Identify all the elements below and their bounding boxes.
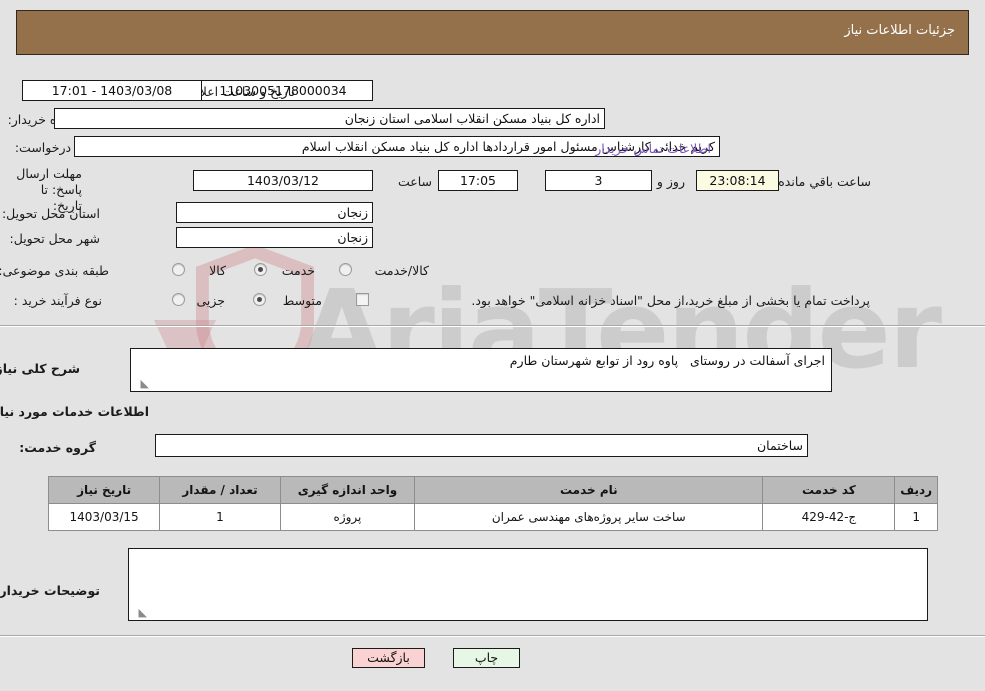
cell-name: ساخت سایر پروژه‌های مهندسی عمران — [414, 503, 764, 531]
page-root: AriaTender .net جزئیات اطلاعات نیاز شمار… — [0, 0, 985, 691]
buyer-org-input[interactable] — [54, 108, 605, 129]
province-label: استان محل تحویل: — [1, 206, 100, 221]
radio-category-kala-khedmat-label: کالا/خدمت — [374, 263, 429, 278]
col-index: ردیف — [894, 476, 938, 504]
page-title: جزئیات اطلاعات نیاز — [844, 23, 955, 38]
section-divider-1 — [0, 325, 985, 327]
back-button[interactable]: بازگشت — [352, 648, 425, 668]
radio-category-kala[interactable] — [172, 263, 185, 276]
col-quantity: تعداد / مقدار — [159, 476, 281, 504]
remaining-days-label: روز و — [656, 174, 685, 189]
province-input[interactable] — [176, 202, 373, 223]
col-unit: واحد اندازه گیری — [279, 476, 416, 504]
cell-code: ج-42-429 — [762, 503, 896, 531]
treasury-bond-checkbox[interactable] — [356, 293, 369, 306]
description-textarea[interactable] — [130, 348, 832, 392]
remaining-clock-input[interactable] — [696, 170, 779, 191]
deadline-time-label: ساعت — [397, 174, 432, 189]
buyer-notes-textarea[interactable] — [128, 548, 928, 621]
col-name: نام خدمت — [414, 476, 764, 504]
cell-need-date: 1403/03/15 — [47, 503, 161, 531]
category-label: طبقه بندی موضوعی: — [0, 263, 109, 278]
page-header: جزئیات اطلاعات نیاز — [16, 10, 969, 55]
service-group-label: گروه خدمت: — [19, 440, 96, 455]
city-input[interactable] — [176, 227, 373, 248]
remaining-clock-label: ساعت باقي مانده — [778, 174, 871, 189]
radio-process-motavaset-label: متوسط — [282, 293, 322, 308]
radio-category-kala-label: کالا — [209, 263, 226, 278]
print-button[interactable]: چاپ — [453, 648, 520, 668]
col-need-date: تاریخ نیاز — [47, 476, 161, 504]
radio-process-jozi[interactable] — [172, 293, 185, 306]
cell-index: 1 — [894, 503, 938, 531]
radio-category-kala-khedmat[interactable] — [339, 263, 352, 276]
table-header-row: ردیف کد خدمت نام خدمت واحد اندازه گیری ت… — [47, 476, 938, 504]
remaining-days-input[interactable] — [545, 170, 652, 191]
cell-quantity: 1 — [159, 503, 281, 531]
service-group-input[interactable] — [155, 434, 808, 457]
buyer-notes-label: توضیحات خریدار; — [0, 583, 100, 598]
radio-category-khedmat-label: خدمت — [281, 263, 315, 278]
col-code: کد خدمت — [762, 476, 896, 504]
buyer-contact-link[interactable]: اطلاعات تماس خریدار — [595, 141, 711, 156]
services-section-title: اطلاعات خدمات مورد نیاز — [0, 404, 149, 419]
cell-unit: پروژه — [279, 503, 416, 531]
radio-process-jozi-label: جزیی — [196, 293, 225, 308]
deadline-time-input[interactable] — [438, 170, 518, 191]
description-label: شرح کلی نیاز: — [0, 361, 80, 376]
announce-datetime-input[interactable] — [22, 80, 202, 101]
city-label: شهر محل تحویل: — [9, 231, 100, 246]
services-table: ردیف کد خدمت نام خدمت واحد اندازه گیری ت… — [47, 476, 938, 531]
section-divider-2 — [0, 635, 985, 637]
radio-process-motavaset[interactable] — [253, 293, 266, 306]
table-row: 1 ج-42-429 ساخت سایر پروژه‌های مهندسی عم… — [47, 503, 938, 531]
treasury-note-label: پرداخت تمام یا بخشی از مبلغ خرید،از محل … — [471, 293, 870, 308]
deadline-date-input[interactable] — [193, 170, 373, 191]
process-type-label: نوع فرآیند خرید : — [13, 293, 102, 308]
radio-category-khedmat[interactable] — [254, 263, 267, 276]
